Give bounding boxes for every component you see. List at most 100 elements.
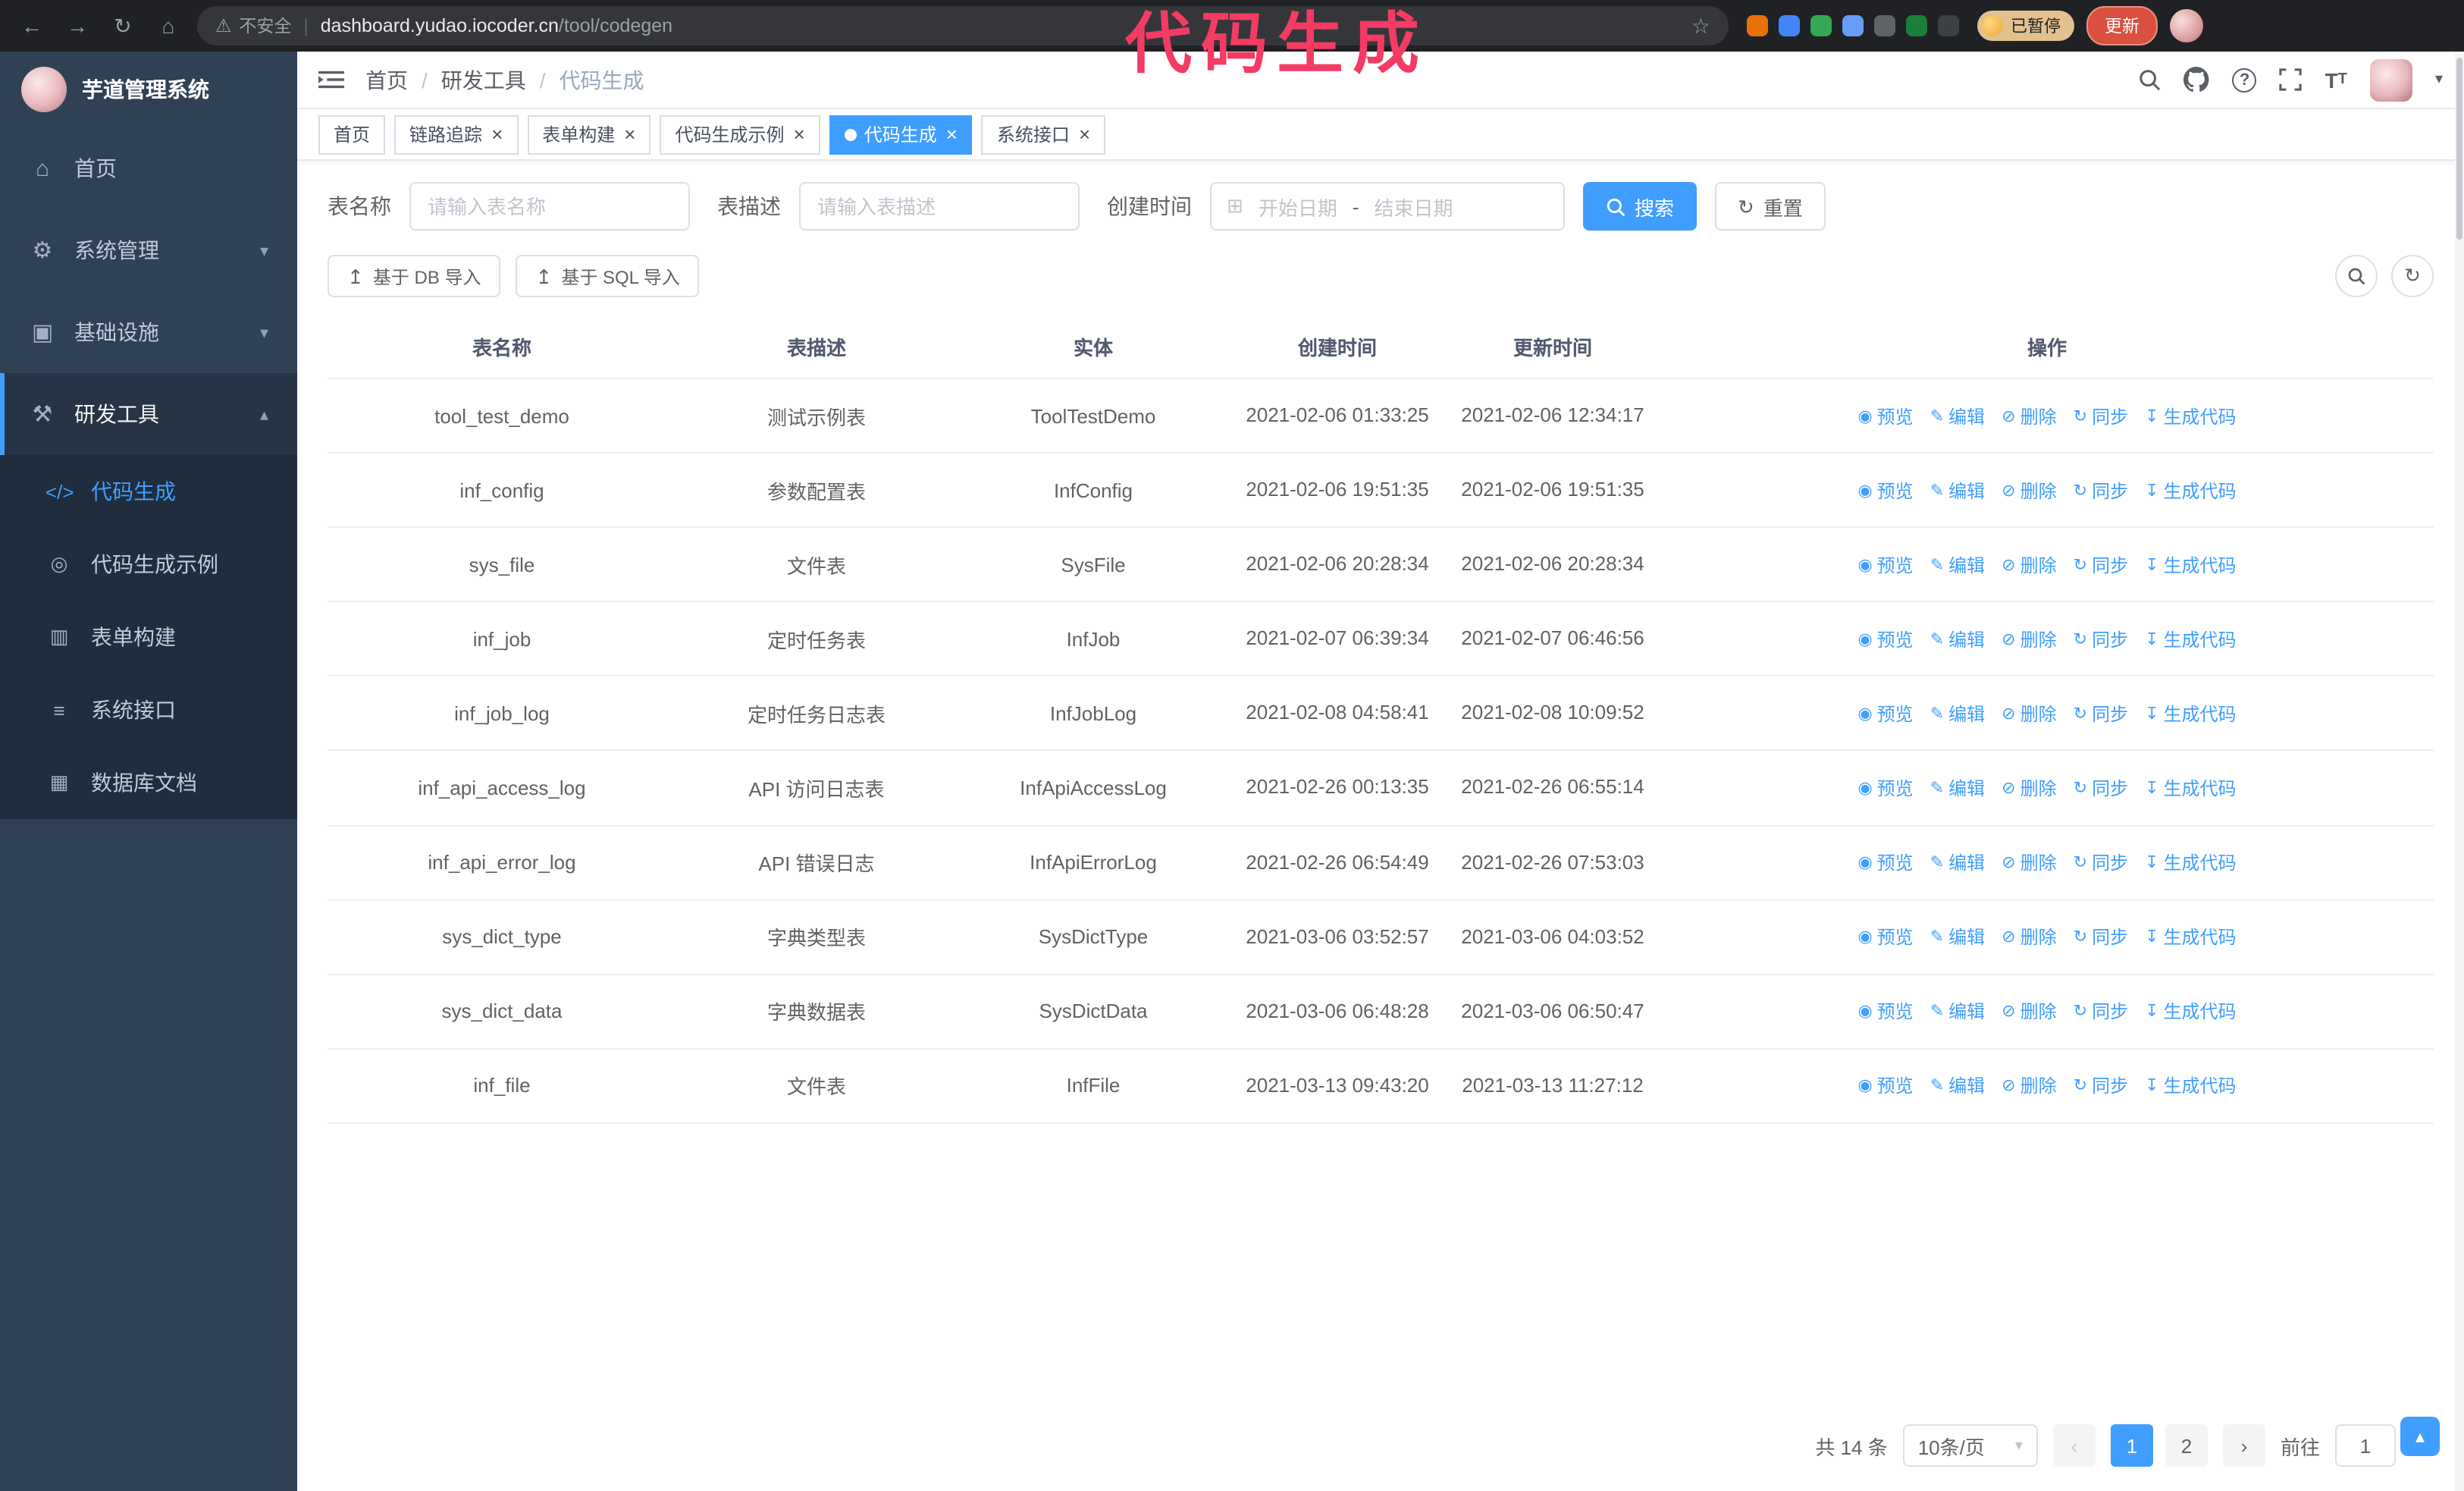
chevron-down-icon[interactable]: ▾ bbox=[2435, 71, 2443, 88]
action-sync[interactable]: ↻ 同步 bbox=[2074, 701, 2128, 727]
toggle-search-button[interactable] bbox=[2335, 255, 2378, 297]
table-desc-input[interactable] bbox=[799, 182, 1080, 231]
sidebar-subitem-codegen-example[interactable]: ◎ 代码生成示例 bbox=[0, 528, 297, 601]
hamburger-icon[interactable] bbox=[318, 68, 344, 91]
breadcrumb-item[interactable]: 首页 bbox=[365, 64, 408, 95]
action-delete[interactable]: ⊘ 删除 bbox=[2002, 551, 2056, 577]
address-bar[interactable]: ⚠ 不安全 | dashboard.yudao.iocoder.cn/tool/… bbox=[197, 6, 1729, 46]
tag-item[interactable]: 代码生成示例 × bbox=[660, 115, 820, 154]
refresh-table-button[interactable]: ↻ bbox=[2391, 255, 2434, 297]
action-edit[interactable]: ✎ 编辑 bbox=[1930, 1073, 1985, 1099]
github-icon[interactable] bbox=[2183, 67, 2210, 93]
table-name-input[interactable] bbox=[409, 182, 690, 231]
action-delete[interactable]: ⊘ 删除 bbox=[2002, 477, 2056, 503]
action-sync[interactable]: ↻ 同步 bbox=[2074, 477, 2128, 503]
extension-icon[interactable] bbox=[1842, 15, 1864, 36]
action-preview[interactable]: ◉ 预览 bbox=[1857, 403, 1913, 428]
action-preview[interactable]: ◉ 预览 bbox=[1857, 626, 1913, 652]
action-edit[interactable]: ✎ 编辑 bbox=[1930, 403, 1985, 428]
tag-item[interactable]: 链路追踪 × bbox=[394, 115, 519, 154]
float-action-button[interactable]: ▴ bbox=[2400, 1417, 2440, 1456]
action-preview[interactable]: ◉ 预览 bbox=[1857, 849, 1913, 875]
sidebar-subitem-codegen[interactable]: </> 代码生成 bbox=[0, 455, 297, 528]
action-generate[interactable]: ↧ 生成代码 bbox=[2145, 403, 2236, 428]
extension-icon[interactable] bbox=[1810, 15, 1832, 36]
action-edit[interactable]: ✎ 编辑 bbox=[1930, 701, 1985, 727]
action-sync[interactable]: ↻ 同步 bbox=[2074, 1073, 2128, 1099]
action-preview[interactable]: ◉ 预览 bbox=[1857, 999, 1913, 1025]
action-preview[interactable]: ◉ 预览 bbox=[1857, 1073, 1913, 1099]
page-size-select[interactable]: 10条/页 ▾ bbox=[1902, 1424, 2038, 1467]
sidebar-subitem-form-builder[interactable]: ▥ 表单构建 bbox=[0, 601, 297, 673]
font-size-icon[interactable]: TT bbox=[2325, 67, 2347, 92]
action-preview[interactable]: ◉ 预览 bbox=[1857, 477, 1913, 503]
prev-page-button[interactable]: ‹ bbox=[2052, 1424, 2096, 1467]
page-button-2[interactable]: 2 bbox=[2165, 1424, 2208, 1467]
sidebar-item-home[interactable]: ⌂ 首页 bbox=[0, 127, 297, 209]
page-scrollbar[interactable] bbox=[2455, 52, 2464, 1491]
search-icon[interactable] bbox=[2139, 68, 2161, 91]
action-edit[interactable]: ✎ 编辑 bbox=[1930, 626, 1985, 652]
action-preview[interactable]: ◉ 预览 bbox=[1857, 701, 1913, 727]
extension-icon[interactable] bbox=[1938, 15, 1959, 36]
extension-icon[interactable] bbox=[1779, 15, 1800, 36]
action-edit[interactable]: ✎ 编辑 bbox=[1930, 999, 1985, 1025]
action-edit[interactable]: ✎ 编辑 bbox=[1930, 477, 1985, 503]
extension-icon[interactable] bbox=[1906, 15, 1927, 36]
action-sync[interactable]: ↻ 同步 bbox=[2074, 849, 2128, 875]
action-delete[interactable]: ⊘ 删除 bbox=[2002, 849, 2056, 875]
paused-badge[interactable]: 已暂停 bbox=[1977, 11, 2074, 41]
action-preview[interactable]: ◉ 预览 bbox=[1857, 924, 1913, 950]
action-generate[interactable]: ↧ 生成代码 bbox=[2145, 701, 2236, 727]
page-button-1[interactable]: 1 bbox=[2110, 1424, 2153, 1467]
sidebar-item-infra[interactable]: ▣ 基础设施 ▾ bbox=[0, 291, 297, 373]
tag-item[interactable]: 首页 bbox=[318, 115, 386, 154]
bookmark-star-icon[interactable]: ☆ bbox=[1691, 13, 1710, 39]
action-delete[interactable]: ⊘ 删除 bbox=[2002, 403, 2056, 428]
close-icon[interactable]: × bbox=[794, 124, 805, 144]
action-generate[interactable]: ↧ 生成代码 bbox=[2145, 551, 2236, 577]
sidebar-subitem-api[interactable]: ≡ 系统接口 bbox=[0, 673, 297, 746]
next-page-button[interactable]: › bbox=[2222, 1424, 2265, 1467]
extension-icon[interactable] bbox=[1874, 15, 1895, 36]
goto-page-input[interactable] bbox=[2334, 1424, 2396, 1467]
action-sync[interactable]: ↻ 同步 bbox=[2074, 924, 2128, 950]
sidebar-item-devtools[interactable]: ⚒ 研发工具 ▴ bbox=[0, 373, 297, 455]
action-generate[interactable]: ↧ 生成代码 bbox=[2145, 999, 2236, 1025]
close-icon[interactable]: × bbox=[1079, 124, 1090, 144]
action-sync[interactable]: ↻ 同步 bbox=[2074, 626, 2128, 652]
extension-icon[interactable] bbox=[1747, 15, 1768, 36]
close-icon[interactable]: × bbox=[946, 124, 958, 144]
action-delete[interactable]: ⊘ 删除 bbox=[2002, 701, 2056, 727]
sidebar-subitem-db-doc[interactable]: ▦ 数据库文档 bbox=[0, 746, 297, 819]
action-delete[interactable]: ⊘ 删除 bbox=[2002, 924, 2056, 950]
forward-icon[interactable]: → bbox=[61, 9, 94, 42]
user-avatar[interactable] bbox=[2369, 58, 2412, 101]
browser-profile-avatar[interactable] bbox=[2170, 9, 2203, 42]
import-db-button[interactable]: ↥ 基于 DB 导入 bbox=[328, 255, 501, 297]
fullscreen-icon[interactable] bbox=[2279, 68, 2303, 91]
back-icon[interactable]: ← bbox=[15, 9, 49, 42]
browser-update-button[interactable]: 更新 bbox=[2086, 6, 2158, 46]
action-preview[interactable]: ◉ 预览 bbox=[1857, 775, 1913, 801]
action-generate[interactable]: ↧ 生成代码 bbox=[2145, 477, 2236, 503]
tag-item[interactable]: 表单构建 × bbox=[527, 115, 651, 154]
sidebar-item-system[interactable]: ⚙ 系统管理 ▾ bbox=[0, 209, 297, 291]
home-icon[interactable]: ⌂ bbox=[152, 9, 185, 42]
date-range-picker[interactable]: ⊞ 开始日期 - 结束日期 bbox=[1210, 182, 1565, 231]
action-edit[interactable]: ✎ 编辑 bbox=[1930, 551, 1985, 577]
action-delete[interactable]: ⊘ 删除 bbox=[2002, 626, 2056, 652]
action-generate[interactable]: ↧ 生成代码 bbox=[2145, 775, 2236, 801]
help-icon[interactable]: ? bbox=[2232, 67, 2257, 92]
scrollbar-thumb[interactable] bbox=[2456, 58, 2462, 240]
close-icon[interactable]: × bbox=[624, 124, 635, 144]
action-generate[interactable]: ↧ 生成代码 bbox=[2145, 1073, 2236, 1099]
import-sql-button[interactable]: ↥ 基于 SQL 导入 bbox=[516, 255, 700, 297]
reset-button[interactable]: ↻ 重置 bbox=[1715, 182, 1826, 231]
action-edit[interactable]: ✎ 编辑 bbox=[1930, 849, 1985, 875]
search-button[interactable]: 搜索 bbox=[1583, 182, 1698, 231]
action-sync[interactable]: ↻ 同步 bbox=[2074, 403, 2128, 428]
action-edit[interactable]: ✎ 编辑 bbox=[1930, 775, 1985, 801]
action-delete[interactable]: ⊘ 删除 bbox=[2002, 1073, 2056, 1099]
action-preview[interactable]: ◉ 预览 bbox=[1857, 551, 1913, 577]
